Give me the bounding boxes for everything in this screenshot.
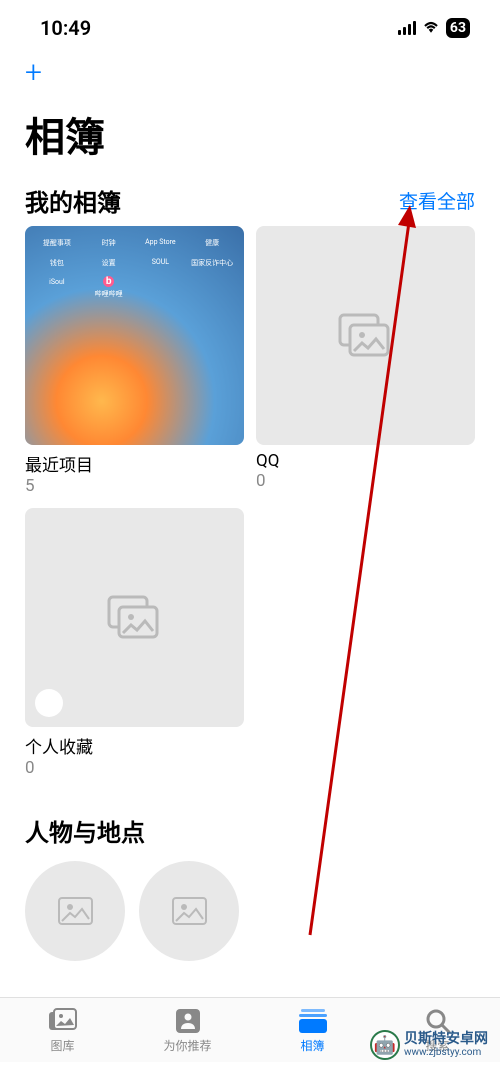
- person-placeholder-icon: [172, 897, 207, 925]
- tab-albums[interactable]: 相簿: [250, 998, 375, 1062]
- album-favorites[interactable]: 个人收藏 0: [25, 508, 244, 778]
- for-you-icon: [172, 1007, 204, 1035]
- status-indicators: 63: [398, 18, 470, 38]
- album-thumbnail: 提醒事项 时钟 App Store 健康 钱包 设置 SOUL 国家反诈中心 i…: [25, 226, 244, 445]
- heart-icon: [35, 689, 63, 717]
- album-count: 5: [25, 476, 244, 496]
- album-name: 最近项目: [25, 451, 244, 476]
- person-item[interactable]: [25, 861, 125, 961]
- my-albums-header: 我的相簿 查看全部: [0, 178, 500, 226]
- cellular-signal-icon: [398, 21, 416, 35]
- albums-icon: [297, 1007, 329, 1035]
- plus-icon: +: [25, 55, 42, 90]
- page-title: 相簿: [0, 95, 500, 178]
- watermark-url: www.zjbstyy.com: [404, 1047, 488, 1058]
- album-recent[interactable]: 提醒事项 时钟 App Store 健康 钱包 设置 SOUL 国家反诈中心 i…: [25, 226, 244, 496]
- people-places-title: 人物与地点: [25, 813, 145, 848]
- people-places-section: 人物与地点: [0, 808, 500, 961]
- person-placeholder-icon: [58, 897, 93, 925]
- library-icon: [47, 1007, 79, 1035]
- wifi-icon: [422, 18, 440, 37]
- watermark-title: 贝斯特安卓网: [404, 1032, 488, 1047]
- tab-label: 相簿: [300, 1037, 324, 1054]
- gallery-icon: [338, 313, 393, 358]
- watermark-logo-icon: 🤖: [370, 1030, 400, 1060]
- tab-for-you[interactable]: 为你推荐: [125, 998, 250, 1062]
- status-bar: 10:49 63: [0, 0, 500, 50]
- album-thumbnail: [256, 226, 475, 445]
- album-thumbnail: [25, 508, 244, 727]
- album-count: 0: [25, 758, 244, 778]
- add-album-button[interactable]: +: [0, 50, 500, 95]
- tab-label: 图库: [50, 1037, 74, 1054]
- person-item[interactable]: [139, 861, 239, 961]
- tab-label: 为你推荐: [163, 1037, 211, 1054]
- status-time: 10:49: [40, 16, 91, 40]
- see-all-link[interactable]: 查看全部: [399, 187, 475, 214]
- album-name: QQ: [256, 451, 475, 471]
- tab-library[interactable]: 图库: [0, 998, 125, 1062]
- album-name: 个人收藏: [25, 733, 244, 758]
- album-count: 0: [256, 471, 475, 491]
- albums-grid: 提醒事项 时钟 App Store 健康 钱包 设置 SOUL 国家反诈中心 i…: [0, 226, 500, 778]
- my-albums-title: 我的相簿: [25, 183, 121, 218]
- screenshot-preview: 提醒事项 时钟 App Store 健康 钱包 设置 SOUL 国家反诈中心 i…: [25, 236, 244, 299]
- watermark: 🤖 贝斯特安卓网 www.zjbstyy.com: [370, 1030, 488, 1060]
- album-qq[interactable]: QQ 0: [256, 226, 475, 496]
- gallery-icon: [107, 595, 162, 640]
- battery-indicator: 63: [446, 18, 470, 38]
- people-row: [0, 856, 500, 961]
